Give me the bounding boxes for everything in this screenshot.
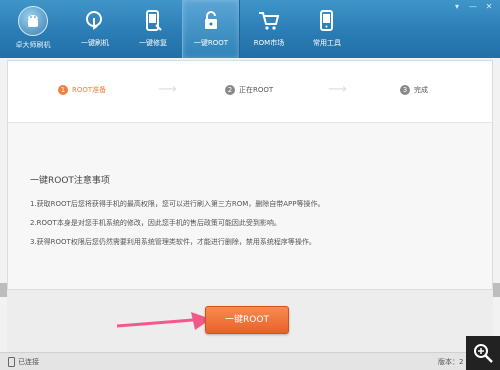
step-number: 1 (58, 85, 68, 95)
cart-icon (256, 8, 282, 34)
minimize-icon[interactable]: — (466, 2, 480, 12)
logo-label: 卓大师刷机 (15, 41, 51, 49)
phone-tools-icon (314, 8, 340, 34)
right-side-handle[interactable] (493, 283, 500, 297)
close-icon[interactable]: ✕ (482, 2, 496, 12)
step-label: ROOT准备 (72, 86, 107, 94)
phone-repair-icon (140, 8, 166, 34)
pointer-arrow-icon (116, 312, 211, 330)
action-area: 一键ROOT (7, 290, 493, 352)
main-nav: 一键刷机 一键修复 一键ROOT ROM市场 常用工具 (66, 0, 356, 58)
connection-status: 已连接 (8, 357, 39, 367)
step-root-prepare: 1 ROOT准备 (58, 85, 106, 95)
one-click-root-button[interactable]: 一键ROOT (205, 306, 289, 334)
phone-icon (8, 357, 15, 367)
left-side-handle[interactable] (0, 283, 7, 297)
version-label: 版本：2 (438, 358, 464, 366)
menu-dropdown-icon[interactable]: ▾ (450, 2, 464, 12)
step-label: 正在ROOT (239, 86, 274, 94)
app-window: 卓大师刷机 一键刷机 一键修复 一键ROOT ROM市场 常用工具 ▾ — ✕ … (0, 0, 500, 370)
nav-tools[interactable]: 常用工具 (298, 0, 356, 58)
notice-line: 1.获取ROOT后您将获得手机的最高权限，您可以进行刷入第三方ROM，删除自带A… (30, 200, 325, 208)
notice-line: 2.ROOT本身是对您手机系统的修改，因此您手机的售后政策可能因此受到影响。 (30, 219, 281, 227)
nav-repair-label: 一键修复 (139, 39, 167, 47)
step-rooting: 2 正在ROOT (225, 85, 273, 95)
title-bar: 卓大师刷机 一键刷机 一键修复 一键ROOT ROM市场 常用工具 ▾ — ✕ (0, 0, 500, 58)
android-logo-icon (18, 6, 48, 36)
progress-steps: 1 ROOT准备 ⟶ 2 正在ROOT ⟶ 3 完成 (7, 60, 493, 122)
window-controls: ▾ — ✕ (450, 2, 496, 12)
nav-root-label: 一键ROOT (193, 39, 229, 47)
nav-repair[interactable]: 一键修复 (124, 0, 182, 58)
nav-flash-label: 一键刷机 (81, 39, 109, 47)
nav-flash[interactable]: 一键刷机 (66, 0, 124, 58)
connection-label: 已连接 (18, 358, 39, 366)
nav-rom-market[interactable]: ROM市场 (240, 0, 298, 58)
step-label: 完成 (414, 86, 428, 94)
nav-root[interactable]: 一键ROOT (182, 0, 240, 58)
notice-line: 3.获得ROOT权限后您仍然需要利用系统管理类软件，才能进行删除，禁用系统程序等… (30, 238, 316, 246)
step-done: 3 完成 (400, 85, 428, 95)
app-logo: 卓大师刷机 (10, 6, 56, 56)
notice-title: 一键ROOT注意事项 (30, 176, 110, 186)
step-arrow-icon: ⟶ (328, 82, 347, 97)
nav-rom-market-label: ROM市场 (253, 39, 285, 47)
status-bar: 已连接 版本：2 (0, 352, 500, 370)
step-number: 3 (400, 85, 410, 95)
nav-tools-label: 常用工具 (313, 39, 341, 47)
notice-panel: 一键ROOT注意事项 1.获取ROOT后您将获得手机的最高权限，您可以进行刷入第… (7, 122, 493, 290)
zoom-overlay[interactable] (466, 336, 500, 370)
step-arrow-icon: ⟶ (158, 82, 177, 97)
magnifier-icon (474, 344, 493, 363)
refresh-touch-icon (82, 8, 108, 34)
lock-unlock-icon (198, 8, 224, 34)
step-number: 2 (225, 85, 235, 95)
